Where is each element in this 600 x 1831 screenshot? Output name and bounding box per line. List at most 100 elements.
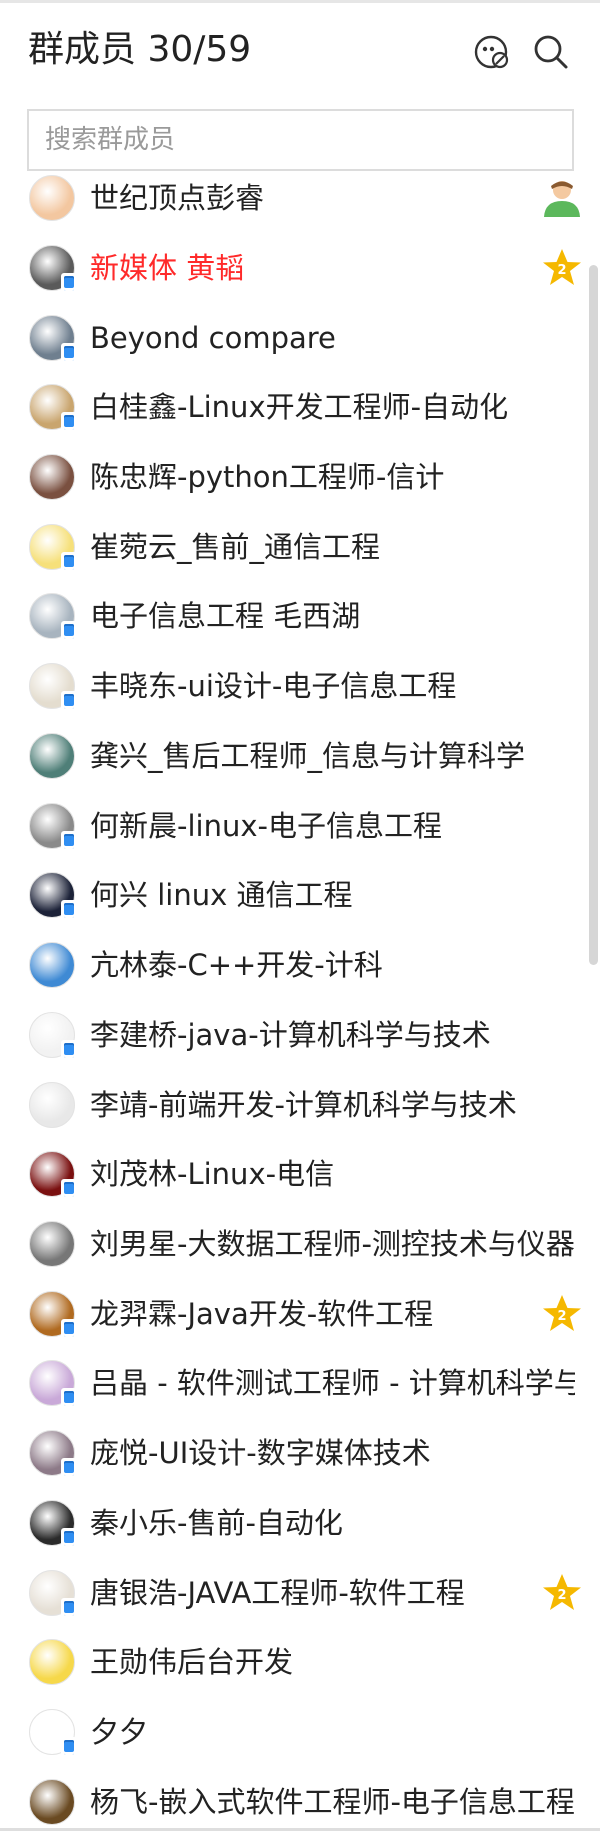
mobile-online-icon <box>61 620 77 642</box>
member-row[interactable]: 刘男星-大数据工程师-测控技术与仪器 <box>0 1209 585 1279</box>
panel-header: 群成员 30/59 <box>0 0 600 100</box>
group-members-panel: 群成员 30/59 世纪顶点彭睿新媒体 黄韬 2 Beyond compare 白桂鑫… <box>0 0 600 1831</box>
avatar[interactable] <box>29 592 77 642</box>
member-row[interactable]: 龚兴_售后工程师_信息与计算科学 <box>0 721 585 791</box>
member-name: 刘茂林-Linux-电信 <box>90 1156 335 1191</box>
member-name: 陈忠辉-python工程师-信计 <box>90 459 445 494</box>
member-row[interactable]: 亢林泰-C++开发-计科 <box>0 930 585 1000</box>
member-row[interactable]: 李靖-前端开发-计算机科学与技术 <box>0 1070 585 1140</box>
group-owner-icon <box>539 175 585 221</box>
avatar[interactable] <box>29 383 77 433</box>
member-name: 白桂鑫-Linux开发工程师-自动化 <box>90 389 509 424</box>
member-row[interactable]: 夕夕 <box>0 1697 585 1767</box>
member-row[interactable]: 吕晶 - 软件测试工程师 - 计算机科学与技术 <box>0 1348 585 1418</box>
member-row[interactable]: 庞悦-UI设计-数字媒体技术 <box>0 1418 585 1488</box>
avatar[interactable] <box>29 1220 75 1267</box>
member-row[interactable]: 秦小乐-售前-自动化 <box>0 1488 585 1558</box>
avatar-image <box>29 1778 75 1825</box>
avatar[interactable] <box>29 662 77 712</box>
member-name: 杨飞-嵌入式软件工程师-电子信息工程 <box>90 1784 575 1819</box>
member-name: 崔菀云_售前_通信工程 <box>90 529 381 564</box>
avatar[interactable] <box>29 1708 77 1758</box>
mobile-online-icon <box>61 1527 77 1549</box>
member-name: 电子信息工程 毛西湖 <box>90 598 361 633</box>
avatar-image <box>29 1081 75 1128</box>
member-row[interactable]: 世纪顶点彭睿 <box>0 163 585 233</box>
member-row[interactable]: 陈忠辉-python工程师-信计 <box>0 442 585 512</box>
avatar[interactable] <box>29 244 77 294</box>
member-name: 世纪顶点彭睿 <box>90 180 265 215</box>
avatar-image <box>29 1220 75 1267</box>
avatar[interactable] <box>29 453 75 500</box>
member-row[interactable]: 何兴 linux 通信工程 <box>0 860 585 930</box>
page-title: 群成员 30/59 <box>28 29 252 70</box>
member-row[interactable]: 龙羿霖-Java开发-软件工程 2 <box>0 1279 585 1349</box>
mobile-online-icon <box>61 1597 77 1619</box>
mobile-online-icon <box>61 690 77 712</box>
avatar-image <box>29 174 75 221</box>
avatar[interactable] <box>29 1638 75 1685</box>
svg-text:2: 2 <box>557 1309 566 1324</box>
member-row[interactable]: 白桂鑫-Linux开发工程师-自动化 <box>0 372 585 442</box>
member-name: 何兴 linux 通信工程 <box>90 877 353 912</box>
avatar[interactable] <box>29 523 77 573</box>
member-row[interactable]: 崔菀云_售前_通信工程 <box>0 512 585 582</box>
member-row[interactable]: 丰晓东-ui设计-电子信息工程 <box>0 651 585 721</box>
avatar[interactable] <box>29 174 75 221</box>
member-search-box[interactable] <box>27 109 574 171</box>
member-row[interactable]: 新媒体 黄韬 2 <box>0 233 585 303</box>
mobile-online-icon <box>61 1178 77 1200</box>
avatar-image <box>29 941 75 988</box>
member-name: 龙羿霖-Java开发-软件工程 <box>90 1296 434 1331</box>
member-row[interactable]: 刘茂林-Linux-电信 <box>0 1139 585 1209</box>
member-name: 唐银浩-JAVA工程师-软件工程 <box>90 1575 465 1610</box>
member-row[interactable]: 电子信息工程 毛西湖 <box>0 581 585 651</box>
avatar[interactable] <box>29 941 75 988</box>
mobile-online-icon <box>61 830 77 852</box>
member-name: 王勋伟后台开发 <box>90 1644 294 1679</box>
admin-star-icon: 2 <box>539 1570 585 1616</box>
member-row[interactable]: 李建桥-java-计算机科学与技术 <box>0 1000 585 1070</box>
avatar-image <box>29 732 75 779</box>
admin-star-icon: 2 <box>539 245 585 291</box>
mobile-online-icon <box>61 1387 77 1409</box>
mobile-online-icon <box>61 1457 77 1479</box>
avatar[interactable] <box>29 1499 77 1549</box>
avatar[interactable] <box>29 732 75 779</box>
mobile-online-icon <box>61 1736 77 1758</box>
member-name: 吕晶 - 软件测试工程师 - 计算机科学与技术 <box>90 1365 575 1400</box>
avatar[interactable] <box>29 871 77 921</box>
member-row[interactable]: 王勋伟后台开发 <box>0 1627 585 1697</box>
member-row[interactable]: 何新晨-linux-电子信息工程 <box>0 791 585 861</box>
mobile-online-icon <box>61 1318 77 1340</box>
member-name: 新媒体 黄韬 <box>90 250 245 285</box>
avatar[interactable] <box>29 1429 77 1479</box>
scrollbar-thumb[interactable] <box>589 265 598 965</box>
avatar[interactable] <box>29 1011 77 1061</box>
member-name: 丰晓东-ui设计-电子信息工程 <box>90 668 457 703</box>
member-name: 夕夕 <box>90 1714 149 1749</box>
avatar[interactable] <box>29 1569 77 1619</box>
avatar[interactable] <box>29 1290 77 1340</box>
member-list: 世纪顶点彭睿 新媒体 黄韬 2 Beyond compare 白桂鑫-Linux开发工程… <box>0 163 585 1831</box>
mobile-online-icon <box>61 899 77 921</box>
search-icon[interactable] <box>529 30 573 74</box>
avatar[interactable] <box>29 1081 75 1128</box>
emoji-settings-icon[interactable] <box>470 30 514 74</box>
member-name: 刘男星-大数据工程师-测控技术与仪器 <box>90 1226 575 1261</box>
avatar[interactable] <box>29 802 77 852</box>
avatar[interactable] <box>29 1359 77 1409</box>
member-name: Beyond compare <box>90 320 336 355</box>
svg-text:2: 2 <box>557 263 566 278</box>
avatar[interactable] <box>29 314 77 364</box>
member-name: 亢林泰-C++开发-计科 <box>90 947 383 982</box>
admin-star-icon: 2 <box>539 1291 585 1337</box>
avatar[interactable] <box>29 1778 75 1825</box>
member-row[interactable]: 杨飞-嵌入式软件工程师-电子信息工程 <box>0 1767 585 1831</box>
member-name: 秦小乐-售前-自动化 <box>90 1505 343 1540</box>
mobile-online-icon <box>61 411 77 433</box>
member-row[interactable]: 唐银浩-JAVA工程师-软件工程 2 <box>0 1558 585 1628</box>
member-search-input[interactable] <box>29 111 572 169</box>
avatar[interactable] <box>29 1150 77 1200</box>
member-row[interactable]: Beyond compare <box>0 303 585 373</box>
